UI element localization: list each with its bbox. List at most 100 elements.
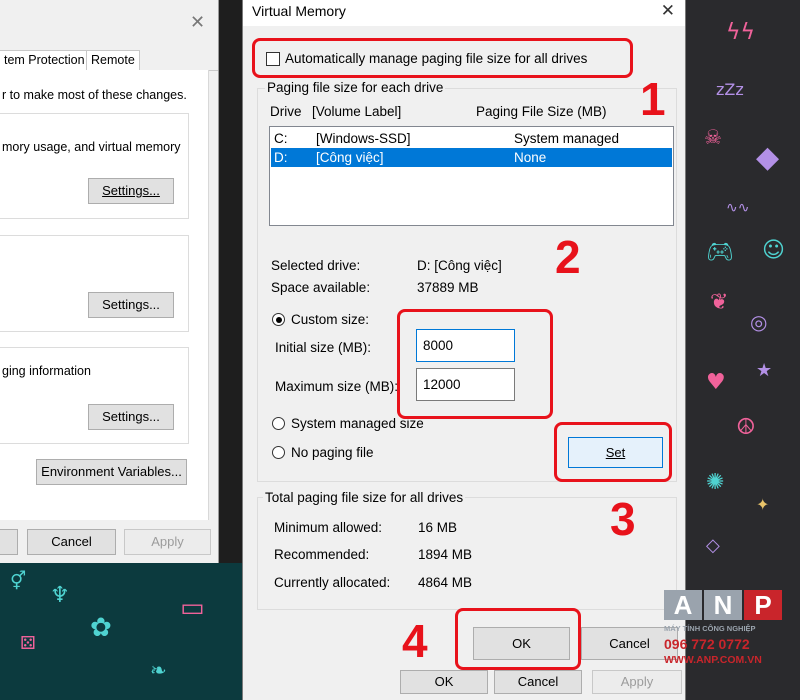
settings-label: Settings... <box>102 409 160 424</box>
drive-list[interactable]: C: [Windows-SSD] System managed D: [Công… <box>269 126 674 226</box>
dialog-title: Virtual Memory <box>252 3 346 19</box>
logo-letter-a: A <box>664 590 702 620</box>
performance-settings-button[interactable]: Settings... <box>88 178 174 204</box>
watermark-site: WWW.ANP.COM.VN <box>664 654 762 666</box>
gamepad-doodle-icon: 🎮︎ <box>706 240 734 265</box>
column-drive: Drive <box>270 104 302 119</box>
sparkle-doodle-icon: ✦ <box>756 495 770 514</box>
tab-bar: tem Protection Remote <box>0 50 218 71</box>
admin-note: r to make most of these changes. <box>2 88 187 102</box>
title-bar: Virtual Memory ✕ <box>243 0 685 26</box>
minimum-allowed-value: 16 MB <box>418 520 458 535</box>
drive-volume-label: [Windows-SSD] <box>316 131 411 146</box>
close-icon[interactable]: ✕ <box>661 1 675 21</box>
gender-doodle-icon: ⚥ <box>10 571 27 592</box>
cancel-label: Cancel <box>609 636 650 651</box>
sleep-doodle-icon: zZz <box>716 80 744 99</box>
behind-ok-button[interactable]: OK <box>400 670 488 694</box>
space-available-value: 37889 MB <box>417 280 479 295</box>
drive-volume-label: [Công việc] <box>316 150 384 165</box>
paging-group-title: Paging file size for each drive <box>265 80 446 95</box>
recommended-value: 1894 MB <box>418 547 473 562</box>
profiles-settings-button[interactable]: Settings... <box>88 292 174 318</box>
cancel-button[interactable]: Cancel <box>27 529 116 555</box>
rebel-doodle-icon: ✺ <box>706 470 725 495</box>
crystal-doodle-icon: ◆ <box>756 140 780 175</box>
tab-remote[interactable]: Remote <box>86 50 140 70</box>
leaf-doodle-icon: ❦ <box>710 290 729 315</box>
behind-cancel-button[interactable]: Cancel <box>494 670 582 694</box>
column-paging-size: Paging File Size (MB) <box>476 104 607 119</box>
ok-label: OK <box>434 674 454 689</box>
face-doodle-icon: ☺ <box>762 238 785 263</box>
logo-letter-n: N <box>704 590 742 620</box>
environment-variables-button[interactable]: Environment Variables... <box>36 459 187 485</box>
drive-row-d[interactable]: D: [Công việc] None <box>271 148 672 167</box>
ok-button-partial[interactable] <box>0 529 18 555</box>
initial-size-label: Initial size (MB): <box>275 340 372 355</box>
paging-info-description: ging information <box>2 364 91 378</box>
selected-drive-value: D: [Công việc] <box>417 258 502 273</box>
recommended-label: Recommended: <box>274 547 370 562</box>
currently-allocated-label: Currently allocated: <box>274 575 391 590</box>
currently-allocated-value: 4864 MB <box>418 575 473 590</box>
close-icon[interactable]: ✕ <box>190 12 205 33</box>
system-properties-window: ✕ tem Protection Remote r to make most o… <box>0 0 219 563</box>
startup-settings-button[interactable]: Settings... <box>88 404 174 430</box>
drive-paging-size: None <box>514 150 547 165</box>
advanced-panel: r to make most of these changes. mory us… <box>0 70 209 520</box>
watermark-phone: 096 772 0772 <box>664 636 750 652</box>
drive-paging-size: System managed <box>514 131 620 146</box>
apply-button[interactable]: Apply <box>124 529 211 555</box>
settings-label: Settings... <box>102 183 160 198</box>
column-volume-label: [Volume Label] <box>312 104 402 119</box>
user-profiles-group: Settings... <box>0 235 189 332</box>
swirl-doodle-icon: ∿∿ <box>726 200 750 216</box>
step-number-1: 1 <box>640 73 666 125</box>
desktop-wallpaper-bottom: ⚥ ♆ ✿ ⚄ ▭ ❧ <box>0 563 250 700</box>
cancel-label: Cancel <box>517 674 559 689</box>
system-managed-radio[interactable] <box>272 417 285 430</box>
custom-size-label[interactable]: Custom size: <box>291 312 369 327</box>
maximum-size-label: Maximum size (MB): <box>275 379 399 394</box>
watermark-tagline: MÁY TÍNH CÔNG NGHIỆP <box>664 624 756 633</box>
highlight-auto-manage <box>252 38 633 78</box>
skull-doodle-icon: ☠ <box>704 125 722 149</box>
selected-drive-label: Selected drive: <box>271 258 361 273</box>
step-number-2: 2 <box>555 231 581 283</box>
apply-label: Apply <box>620 674 654 689</box>
highlight-size-fields <box>397 309 553 419</box>
drive-letter: D: <box>274 150 288 165</box>
cancel-label: Cancel <box>51 534 92 549</box>
behind-apply-button[interactable]: Apply <box>592 670 682 694</box>
no-paging-radio[interactable] <box>272 446 285 459</box>
gem-doodle-icon: ◇ <box>706 535 720 556</box>
custom-size-radio[interactable] <box>272 313 285 326</box>
environment-variables-label: Environment Variables... <box>41 464 182 479</box>
step-number-4: 4 <box>402 615 428 667</box>
performance-group: mory usage, and virtual memory Settings.… <box>0 113 189 219</box>
card-doodle-icon: ▭ <box>180 593 205 623</box>
startup-recovery-group: ging information Settings... <box>0 347 189 444</box>
lightning-doodle-icon: ϟϟ <box>726 20 756 45</box>
rose-doodle-icon: ✿ <box>90 613 112 643</box>
peace-doodle-icon: ☮ <box>736 415 756 440</box>
anp-watermark-logo: ANP MÁY TÍNH CÔNG NGHIỆP 096 772 0772 WW… <box>664 590 784 666</box>
drive-row-c[interactable]: C: [Windows-SSD] System managed <box>271 129 672 148</box>
heart-doodle-icon: ♥ <box>706 370 726 395</box>
highlight-ok-button <box>455 608 581 670</box>
no-paging-label[interactable]: No paging file <box>291 445 374 460</box>
settings-label: Settings... <box>102 297 160 312</box>
performance-description: mory usage, and virtual memory <box>2 140 181 154</box>
bird-doodle-icon: ♆ <box>50 583 70 608</box>
planet-doodle-icon: ◎ <box>750 310 768 334</box>
star-doodle-icon: ★ <box>756 360 773 381</box>
apply-label: Apply <box>151 534 184 549</box>
drive-letter: C: <box>274 131 288 146</box>
bird2-doodle-icon: ❧ <box>150 658 167 682</box>
logo-letter-p: P <box>744 590 782 620</box>
step-number-3: 3 <box>610 493 636 545</box>
minimum-allowed-label: Minimum allowed: <box>274 520 383 535</box>
dice-doodle-icon: ⚄ <box>20 633 36 654</box>
tab-system-protection[interactable]: tem Protection <box>0 50 90 70</box>
